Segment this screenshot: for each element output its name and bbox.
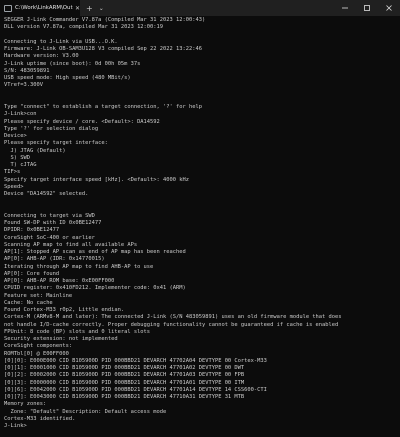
terminal-line: DPIDR: 0x0BE12477 [4,227,60,234]
terminal-line: AP[0]: AHB-AP ROM base: 0xE00FF000 [4,278,115,284]
chevron-down-icon[interactable]: ⌄ [99,5,104,12]
terminal-line: [0][0]: E000E000 CID B105900D PID 000BBD… [4,357,267,364]
tab-terminal[interactable]: C:\Work\LinkARM\Output\Ar ✕ [0,0,80,16]
terminal-line: Hardware version: V3.00 [4,53,79,60]
terminal-line: [0][2]: E0002000 CID B105900D PID 000BBD… [4,372,245,379]
scrollbar[interactable] [396,18,399,434]
terminal-line: Connecting to target via SWD [4,212,95,219]
terminal-line: AP[0]: Core found [4,270,60,277]
terminal-line: Speed> [4,183,24,190]
terminal-line: FPUnit: 8 code (BP) slots and 0 literal … [4,328,151,335]
tab-title: C:\Work\LinkARM\Output\Ar [15,5,73,11]
terminal-line: Type '?' for selection dialog [4,125,99,132]
terminal-line: Iterating through AP map to find AHB-AP … [4,263,154,270]
terminal-line: J) JTAG (Default) [4,147,66,154]
terminal-line: Found Cortex-M33 r0p2, Little endian. [4,307,125,313]
terminal-line: CoreSight components: [4,343,73,350]
terminal-line: USB speed mode: High speed (480 MBit/s) [4,75,131,81]
terminal-line: Cortex-M (ARMv8-M and later): The connec… [4,314,342,321]
terminal-icon [4,4,12,12]
terminal-line: Zone: "Default" Description: Default acc… [4,408,167,415]
terminal-line: Firmware: J-Link OB-SAM3U128 V3 compiled… [4,46,202,52]
title-bar: C:\Work\LinkARM\Output\Ar ✕ + ⌄ [0,0,400,16]
terminal-line: TIF>s [4,169,21,176]
terminal-line: Type "connect" to establish a target con… [4,104,202,110]
terminal-line: Security extension: not implemented [4,336,118,342]
terminal-line: S/N: 483059891 [4,67,50,74]
terminal-line: Device> [4,133,27,139]
terminal-line: not handle I/D-cache correctly. Proper d… [4,321,339,328]
terminal-line: Connecting to J-Link via USB...O.K. [4,38,118,45]
terminal-line: [0][7]: E0043000 CID B105900D PID 000BBD… [4,394,245,400]
terminal-line: Found SW-DP with ID 0x0BE12477 [4,220,102,226]
terminal-window: C:\Work\LinkARM\Output\Ar ✕ + ⌄ SEGGER J… [0,0,400,437]
terminal-line: DLL version V7.87a, compiled Mar 31 2023… [4,24,164,31]
terminal-line: [0][1]: E0001000 CID B105900D PID 000BBD… [4,365,245,371]
terminal-line: Cortex-M33 identified. [4,415,76,422]
terminal-line: [0][6]: E0042000 CID B105900D PID 000BBD… [4,386,267,393]
terminal-line: Feature set: Mainline [4,292,73,299]
terminal-line: Memory zones: [4,401,47,408]
terminal-line: Cache: No cache [4,299,53,306]
minimize-icon[interactable] [334,0,356,16]
terminal-line: VTref=3.300V [4,82,43,89]
terminal-line: Device "DA14592" selected. [4,191,89,197]
terminal-line: AP[0]: AHB-AP (IDR: 0x14770015) [4,256,105,263]
terminal-line: Specify target interface speed [kHz]. <D… [4,176,189,183]
terminal-line: CPUID register: 0x410FD212. Implementer … [4,285,186,292]
terminal-line: Please specify device / core. <Default>:… [4,118,160,125]
terminal-line: Scanning AP map to find all available AP… [4,241,138,248]
terminal-line: T) cJTAG [4,162,37,168]
terminal-line: S) SWD [4,154,30,161]
terminal-line: [0][3]: E0000000 CID B105900D PID 000BBD… [4,379,245,386]
terminal-line: Please specify target interface: [4,140,108,147]
window-controls [334,0,400,16]
maximize-icon[interactable] [356,0,378,16]
close-icon[interactable] [378,0,400,16]
terminal-line: ROMTbl[0] @ E00FF000 [4,350,69,357]
terminal-line: J-Link uptime (since boot): 0d 00h 05m 3… [4,60,141,67]
terminal-output[interactable]: SEGGER J-Link Commander V7.87a (Compiled… [4,17,394,435]
terminal-line: J-Link>con [4,111,37,118]
terminal-line: J-Link> [4,423,27,429]
close-icon[interactable]: ✕ [75,5,80,12]
terminal-line: SEGGER J-Link Commander V7.87a (Compiled… [4,17,206,23]
terminal-line: CoreSight SoC-400 or earlier [4,234,95,241]
plus-icon[interactable]: + [86,4,93,13]
terminal-line: AP[1]: Stopped AP scan as end of AP map … [4,249,186,255]
